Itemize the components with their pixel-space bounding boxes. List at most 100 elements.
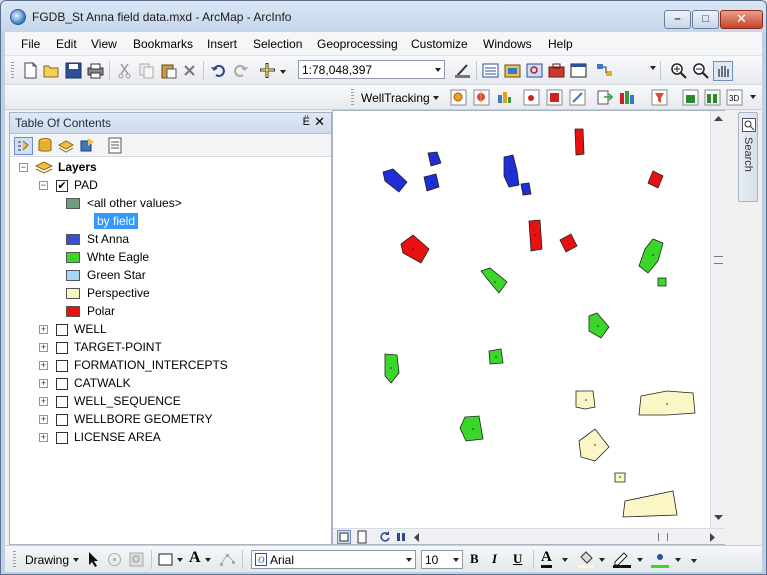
zoom-out-icon[interactable]	[692, 62, 709, 79]
layer-visibility-checkbox[interactable]	[56, 342, 68, 354]
edit-vertices-icon[interactable]	[219, 551, 236, 568]
pad-polygon-st-anna[interactable]	[520, 182, 532, 196]
map-canvas[interactable]	[333, 111, 710, 528]
pause-drawing-icon[interactable]	[396, 532, 406, 542]
well-report-tool-icon[interactable]	[596, 89, 613, 106]
menu-geoprocessing[interactable]: Geoprocessing	[317, 37, 398, 51]
layer-visibility-checkbox[interactable]	[56, 378, 68, 390]
menu-insert[interactable]: Insert	[207, 37, 237, 51]
map-scale-combobox[interactable]: 1:78,048,397	[298, 60, 445, 79]
scroll-down-icon[interactable]	[714, 515, 723, 521]
menu-file[interactable]: File	[21, 37, 40, 51]
pad-polygon-perspective[interactable]	[638, 390, 696, 416]
pad-polygon-white-eagle[interactable]	[588, 312, 610, 339]
arctoolbox-icon[interactable]	[548, 62, 565, 79]
menu-bookmarks[interactable]: Bookmarks	[133, 37, 193, 51]
well-target-tool-icon[interactable]	[473, 89, 490, 106]
pad-polygon-white-eagle[interactable]	[459, 415, 484, 442]
legend-class[interactable]: Polar	[14, 303, 314, 321]
well-multi-tool-icon[interactable]	[496, 89, 513, 106]
chevron-down-icon[interactable]	[205, 558, 211, 562]
layer-catwalk[interactable]: + CATWALK	[14, 375, 314, 393]
rectangle-tool-icon[interactable]	[157, 551, 174, 568]
3d-view-tool-icon[interactable]: 3D	[726, 89, 743, 106]
undo-icon[interactable]	[210, 62, 227, 79]
well-edit-tool-icon[interactable]	[523, 89, 540, 106]
expand-icon[interactable]: +	[39, 361, 48, 370]
menu-customize[interactable]: Customize	[411, 37, 468, 51]
list-by-visibility-icon[interactable]	[58, 137, 75, 154]
font-size-combobox[interactable]: 10	[421, 550, 463, 569]
layer-wellbore-geometry[interactable]: + WELLBORE GEOMETRY	[14, 411, 314, 429]
well-layout-tool-icon[interactable]	[682, 89, 699, 106]
chevron-down-icon[interactable]	[177, 558, 183, 562]
list-by-source-icon[interactable]	[37, 137, 54, 154]
toolbar-overflow-icon[interactable]	[750, 95, 756, 99]
legend-class[interactable]: <all other values>	[14, 195, 314, 213]
redo-icon[interactable]	[232, 62, 249, 79]
legend-heading[interactable]: by field	[14, 213, 314, 231]
layer-pad[interactable]: − ✔ PAD	[14, 177, 314, 195]
well-export-tool-icon[interactable]	[704, 89, 721, 106]
menu-windows[interactable]: Windows	[483, 37, 532, 51]
data-view-icon[interactable]	[337, 530, 351, 544]
legend-class[interactable]: Green Star	[14, 267, 314, 285]
pad-polygon-white-eagle[interactable]	[480, 267, 508, 294]
italic-button[interactable]: I	[492, 551, 497, 567]
chevron-down-icon[interactable]	[637, 558, 643, 562]
pad-polygon-perspective[interactable]	[578, 428, 610, 462]
expand-icon[interactable]: +	[39, 343, 48, 352]
chevron-down-icon[interactable]	[675, 558, 681, 562]
map-horizontal-scrollbar[interactable]	[333, 528, 725, 544]
toc-close-icon[interactable]: ✕	[314, 114, 325, 130]
chevron-down-icon[interactable]	[599, 558, 605, 562]
layer-visibility-checkbox[interactable]	[56, 396, 68, 408]
layer-target-point[interactable]: + TARGET-POINT	[14, 339, 314, 357]
legend-heading-label[interactable]: by field	[94, 213, 139, 229]
legend-class[interactable]: Whte Eagle	[14, 249, 314, 267]
pin-icon[interactable]: Ё	[303, 116, 310, 128]
wellbore-tool-icon[interactable]	[569, 89, 586, 106]
well-sequence-tool-icon[interactable]	[546, 89, 563, 106]
save-icon[interactable]	[65, 62, 82, 79]
layer-formation-intercepts[interactable]: + FORMATION_INTERCEPTS	[14, 357, 314, 375]
model-builder-icon[interactable]	[596, 62, 613, 79]
minimize-button[interactable]: –	[664, 10, 691, 29]
print-icon[interactable]	[87, 62, 104, 79]
add-data-icon[interactable]	[259, 62, 276, 79]
editor-toolbar-icon[interactable]	[454, 62, 471, 79]
refresh-icon[interactable]	[379, 531, 391, 543]
layer-visibility-checkbox[interactable]: ✔	[56, 180, 68, 192]
new-text-icon[interactable]: A	[189, 549, 201, 567]
chevron-down-icon[interactable]	[406, 558, 412, 562]
collapse-icon[interactable]: −	[39, 181, 48, 190]
welltracking-menu[interactable]: WellTracking	[361, 91, 430, 105]
chevron-down-icon[interactable]	[73, 558, 79, 562]
zoom-in-icon[interactable]	[670, 62, 687, 79]
scroll-left-icon[interactable]	[413, 533, 419, 542]
layer-visibility-checkbox[interactable]	[56, 432, 68, 444]
search-side-tab[interactable]: Search	[738, 112, 758, 202]
font-combobox[interactable]: O Arial	[251, 550, 416, 569]
add-data-dropdown-icon[interactable]	[280, 70, 286, 74]
maximize-button[interactable]: □	[692, 10, 719, 29]
pad-polygon-st-anna[interactable]	[503, 154, 520, 188]
expand-icon[interactable]: +	[39, 397, 48, 406]
pad-polygon-white-eagle[interactable]	[384, 353, 400, 384]
bold-button[interactable]: B	[470, 551, 479, 567]
fill-color-icon[interactable]	[577, 549, 595, 569]
font-color-icon[interactable]: A	[541, 549, 552, 568]
copy-icon[interactable]	[138, 62, 155, 79]
table-of-contents-icon[interactable]	[482, 62, 499, 79]
cut-icon[interactable]	[116, 62, 133, 79]
menu-edit[interactable]: Edit	[56, 37, 77, 51]
chevron-down-icon[interactable]	[562, 558, 568, 562]
python-window-icon[interactable]	[570, 62, 587, 79]
select-elements-icon[interactable]	[85, 551, 102, 568]
pad-polygon-polar[interactable]	[647, 170, 664, 189]
catalog-window-icon[interactable]	[504, 62, 521, 79]
layer-well[interactable]: + WELL	[14, 321, 314, 339]
scroll-thumb-grip-icon[interactable]	[714, 256, 723, 264]
new-document-icon[interactable]	[22, 62, 39, 79]
pad-polygon-white-eagle[interactable]	[638, 238, 664, 274]
